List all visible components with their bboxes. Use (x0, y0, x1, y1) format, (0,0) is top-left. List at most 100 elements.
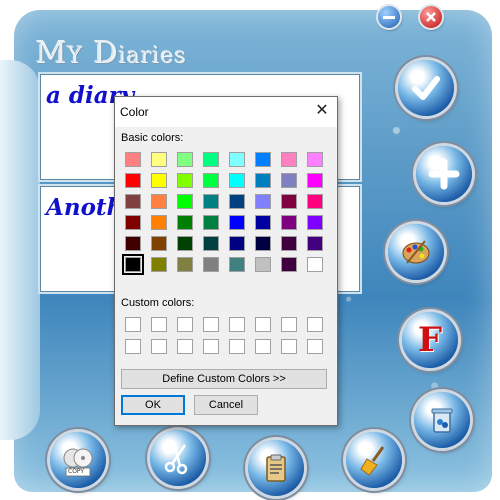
check-icon (412, 76, 440, 100)
basic-color-swatch[interactable] (307, 173, 323, 188)
ok-button[interactable]: OK (121, 395, 185, 415)
custom-color-swatch[interactable] (125, 317, 141, 332)
basic-color-swatch[interactable] (125, 236, 141, 251)
custom-color-swatch[interactable] (177, 339, 193, 354)
basic-color-swatch[interactable] (281, 194, 297, 209)
copy-label: COPY (68, 468, 85, 475)
basic-color-swatch[interactable] (177, 215, 193, 230)
basic-color-swatch[interactable] (151, 173, 167, 188)
custom-color-swatch[interactable] (255, 339, 271, 354)
basic-color-swatch[interactable] (255, 173, 271, 188)
save-check-button[interactable] (398, 60, 454, 116)
basic-color-swatch[interactable] (255, 215, 271, 230)
basic-color-swatch[interactable] (229, 215, 245, 230)
cancel-button[interactable]: Cancel (194, 395, 258, 415)
app-title: MY Diaries (36, 36, 187, 71)
basic-color-swatch[interactable] (203, 257, 219, 272)
custom-color-swatch[interactable] (151, 339, 167, 354)
diary-entry-title: Anoth (46, 194, 124, 221)
close-icon (426, 12, 436, 22)
close-button[interactable] (420, 6, 442, 28)
copy-button[interactable]: COPY (50, 432, 106, 488)
basic-color-swatch[interactable] (307, 152, 323, 167)
custom-color-swatch[interactable] (203, 317, 219, 332)
minimize-button[interactable] (378, 6, 400, 28)
title-letter-m: M (36, 36, 68, 71)
custom-color-swatch[interactable] (229, 339, 245, 354)
title-letter-d: D (93, 36, 119, 71)
basic-color-swatch[interactable] (229, 152, 245, 167)
basic-color-swatch[interactable] (125, 173, 141, 188)
trash-icon (431, 408, 453, 433)
color-palette-button[interactable] (388, 224, 444, 280)
basic-color-swatch[interactable] (177, 236, 193, 251)
scissors-icon (164, 444, 188, 475)
basic-color-swatch[interactable] (177, 173, 193, 188)
custom-color-swatch[interactable] (281, 317, 297, 332)
app-skin-left-edge (0, 60, 40, 440)
basic-color-swatch[interactable] (125, 215, 141, 230)
basic-color-swatch[interactable] (281, 173, 297, 188)
basic-color-swatch[interactable] (177, 152, 193, 167)
basic-color-swatch[interactable] (203, 173, 219, 188)
clear-button[interactable] (346, 432, 402, 488)
clipboard-icon (266, 454, 286, 482)
basic-color-swatch[interactable] (177, 257, 193, 272)
custom-color-swatch[interactable] (229, 317, 245, 332)
basic-color-swatch[interactable] (255, 257, 271, 272)
basic-color-swatch[interactable] (307, 215, 323, 230)
basic-color-swatch[interactable] (229, 257, 245, 272)
basic-color-swatch[interactable] (281, 215, 297, 230)
custom-color-swatch[interactable] (125, 339, 141, 354)
paste-button[interactable] (248, 440, 304, 496)
dialog-titlebar: Color ✕ (115, 97, 337, 127)
broom-icon (360, 446, 385, 476)
palette-icon (402, 240, 430, 264)
basic-color-swatch[interactable] (203, 152, 219, 167)
basic-color-swatch[interactable] (125, 152, 141, 167)
basic-color-swatch[interactable] (307, 236, 323, 251)
basic-color-swatch[interactable] (229, 194, 245, 209)
custom-color-swatch[interactable] (281, 339, 297, 354)
custom-colors-label: Custom colors: (121, 297, 195, 309)
cut-button[interactable] (150, 430, 206, 486)
basic-color-swatch[interactable] (151, 236, 167, 251)
basic-color-swatch[interactable] (307, 257, 323, 272)
custom-color-swatch[interactable] (255, 317, 271, 332)
basic-color-swatch[interactable] (255, 236, 271, 251)
basic-color-swatch[interactable] (151, 194, 167, 209)
basic-color-swatch[interactable] (151, 257, 167, 272)
color-dialog: Color ✕ Basic colors: Custom colors: Def… (114, 96, 338, 426)
basic-color-swatch[interactable] (255, 152, 271, 167)
minimize-icon (383, 15, 395, 19)
delete-button[interactable] (414, 392, 470, 448)
custom-color-swatch[interactable] (177, 317, 193, 332)
basic-color-swatch[interactable] (177, 194, 193, 209)
dialog-close-icon[interactable]: ✕ (313, 102, 331, 120)
font-button[interactable]: F (402, 312, 458, 368)
define-custom-colors-button[interactable]: Define Custom Colors >> (121, 369, 327, 389)
basic-color-swatch[interactable] (229, 173, 245, 188)
basic-color-swatch[interactable] (203, 215, 219, 230)
basic-color-swatch[interactable] (203, 236, 219, 251)
font-icon: F (417, 320, 443, 360)
basic-color-swatch[interactable] (151, 152, 167, 167)
basic-color-swatch[interactable] (203, 194, 219, 209)
custom-color-swatch[interactable] (151, 317, 167, 332)
basic-color-swatch[interactable] (281, 257, 297, 272)
basic-color-swatch[interactable] (122, 254, 144, 275)
add-entry-button[interactable] (416, 146, 472, 202)
basic-color-swatch[interactable] (281, 236, 297, 251)
title-rest: iaries (118, 44, 187, 69)
custom-color-swatch[interactable] (307, 317, 323, 332)
custom-color-swatch[interactable] (203, 339, 219, 354)
plus-icon (428, 158, 460, 190)
basic-color-swatch[interactable] (307, 194, 323, 209)
basic-color-swatch[interactable] (151, 215, 167, 230)
basic-color-swatch[interactable] (281, 152, 297, 167)
basic-color-swatch[interactable] (229, 236, 245, 251)
basic-colors-label: Basic colors: (121, 132, 184, 144)
custom-color-swatch[interactable] (307, 339, 323, 354)
basic-color-swatch[interactable] (255, 194, 271, 209)
basic-color-swatch[interactable] (125, 194, 141, 209)
